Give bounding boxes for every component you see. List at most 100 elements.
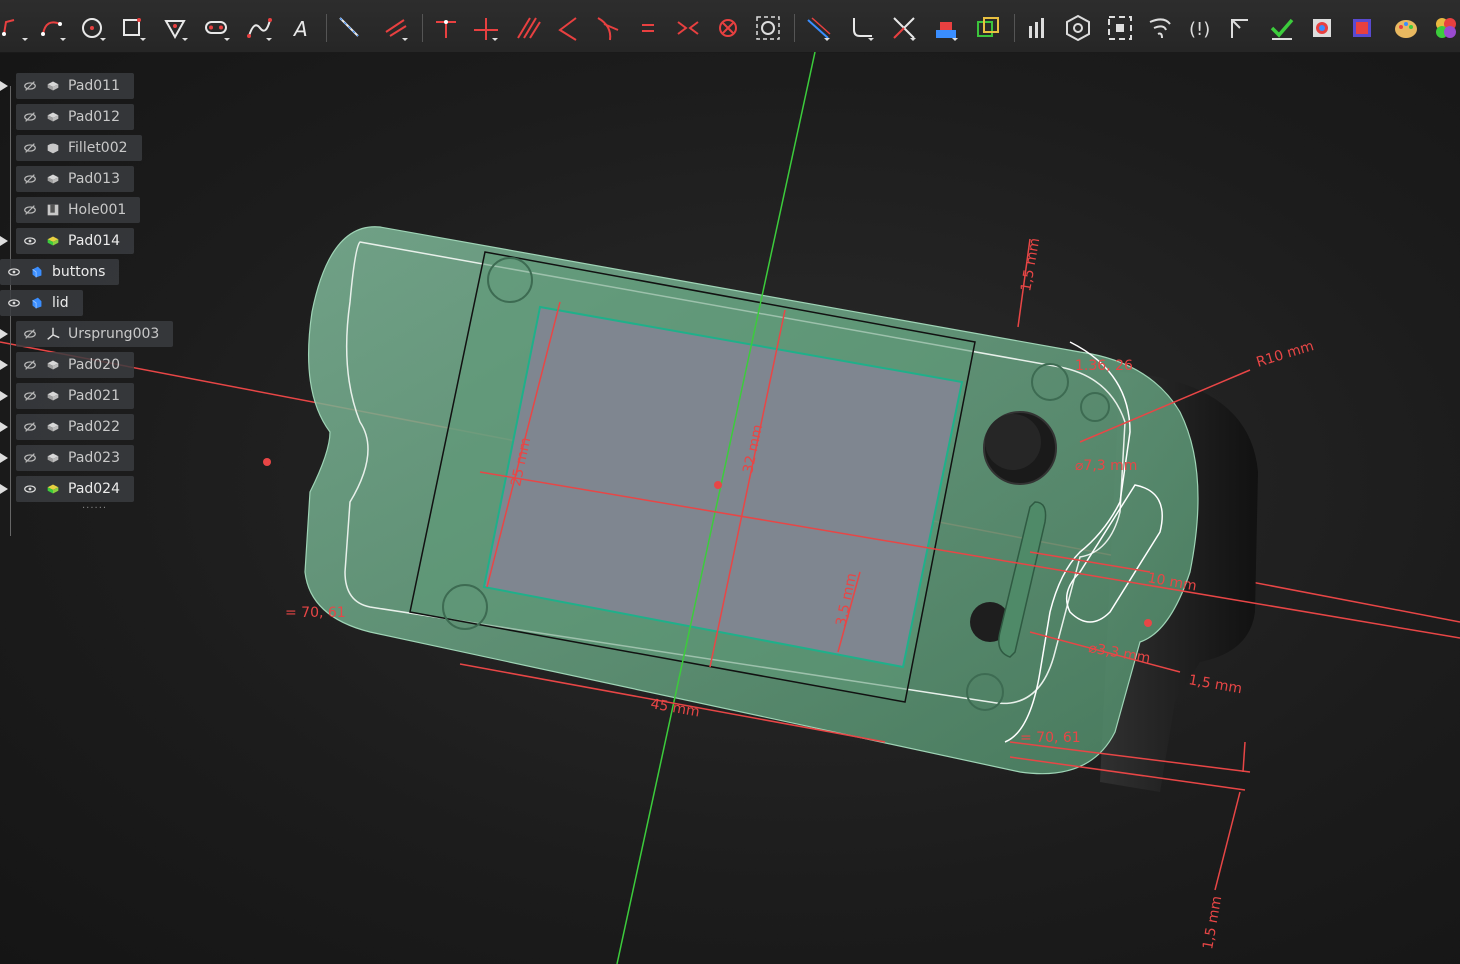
tree-item-label: Fillet002 [68, 140, 128, 156]
circle-icon[interactable] [78, 12, 110, 44]
block-constraint-icon[interactable] [712, 12, 744, 44]
validate-sketch-icon[interactable] [1062, 12, 1094, 44]
parallel-icon[interactable] [512, 12, 544, 44]
tree-item-label: Pad022 [68, 419, 121, 435]
tree-expand-arrow[interactable] [0, 414, 10, 440]
clone-icon[interactable] [972, 12, 1004, 44]
eye-icon[interactable] [6, 264, 22, 280]
eye-hidden-icon[interactable] [22, 202, 38, 218]
tree-item-label: Hole001 [68, 202, 127, 218]
reorient-icon[interactable] [1144, 12, 1176, 44]
tree-item-pad022[interactable]: Pad022 [16, 414, 135, 440]
eye-hidden-icon[interactable] [22, 140, 38, 156]
symmetric-icon[interactable] [672, 12, 704, 44]
dim-angle-top[interactable]: 1.36, 26 [1075, 358, 1133, 374]
eye-hidden-icon[interactable] [22, 357, 38, 373]
check-icon[interactable] [1266, 12, 1298, 44]
body-icon [28, 294, 46, 312]
hole-icon [44, 201, 62, 219]
tree-expand-arrow[interactable] [0, 228, 10, 254]
tree-item-pad021[interactable]: Pad021 [16, 383, 135, 409]
polygon-icon[interactable] [160, 12, 192, 44]
select-constraints-icon[interactable] [752, 12, 784, 44]
tree-item-label: Ursprung003 [68, 326, 160, 342]
map-sketch-icon[interactable] [1224, 12, 1256, 44]
tree-expand-arrow[interactable] [0, 383, 10, 409]
eye-hidden-icon[interactable] [22, 109, 38, 125]
bspline-icon[interactable] [244, 12, 276, 44]
carbon-copy-icon[interactable] [380, 12, 412, 44]
coincident-icon[interactable] [430, 12, 462, 44]
tree-expand-arrow[interactable] [0, 321, 10, 347]
tree-item-pad012[interactable]: Pad012 [16, 104, 135, 130]
tree-item-lid[interactable]: lid [0, 290, 83, 316]
tree-ellipsis: ...... [82, 500, 108, 511]
dim-side-thickness[interactable]: 1,5 mm [1187, 672, 1243, 697]
pad-icon [44, 108, 62, 126]
tree-item-pad020[interactable]: Pad020 [16, 352, 135, 378]
rectangle-icon[interactable] [118, 12, 150, 44]
eye-hidden-icon[interactable] [22, 450, 38, 466]
tree-item-pad024[interactable]: Pad024 [16, 476, 135, 502]
tree-expand-arrow[interactable] [0, 352, 10, 378]
tree-item-pad011[interactable]: Pad011 [16, 73, 135, 99]
tree-item-hole001[interactable]: Hole001 [16, 197, 141, 223]
eye-hidden-icon[interactable] [22, 326, 38, 342]
eye-hidden-icon[interactable] [22, 78, 38, 94]
tree-item-label: Pad012 [68, 109, 121, 125]
eye-hidden-icon[interactable] [22, 388, 38, 404]
tree-expand-arrow[interactable] [0, 73, 10, 99]
tree-item-pad014[interactable]: Pad014 [16, 228, 135, 254]
sketcher-toolbar: A (!) [0, 0, 1460, 53]
eye-hidden-icon[interactable] [22, 419, 38, 435]
eye-icon[interactable] [22, 233, 38, 249]
angle-icon[interactable] [552, 12, 584, 44]
tree-item-label: Pad014 [68, 233, 121, 249]
dim-hole-dia-bottom[interactable]: ⌀3,3 mm [1087, 640, 1151, 667]
material-icon[interactable] [1430, 12, 1460, 44]
tree-expand-arrow[interactable] [0, 476, 10, 502]
dim-bottom-thickness[interactable]: 1,5 mm [1200, 895, 1225, 951]
show-dof-icon[interactable] [1022, 12, 1054, 44]
tree-expand-arrow[interactable] [0, 445, 10, 471]
tree-item-buttons[interactable]: buttons [0, 259, 120, 285]
dim-equal-right[interactable]: = 70, 61 [1020, 730, 1081, 746]
dim-radius[interactable]: R10 mm [1254, 338, 1315, 371]
tree-item-fillet002[interactable]: Fillet002 [16, 135, 142, 161]
dim-top-thickness[interactable]: 1,5 mm [1018, 237, 1043, 293]
select-elements-icon[interactable] [1104, 12, 1136, 44]
equal-icon[interactable] [632, 12, 664, 44]
3d-viewport[interactable]: 1,5 mm R10 mm 1.36, 26 ⌀7,3 mm 25 mm 32 … [0, 52, 1460, 964]
symmetry-tool-icon[interactable] [930, 12, 962, 44]
grid-icon[interactable] [1346, 12, 1378, 44]
dim-width-25[interactable]: 25 mm [508, 436, 534, 488]
eye-icon[interactable] [22, 481, 38, 497]
tree-item-label: lid [52, 295, 69, 311]
body-icon [28, 263, 46, 281]
tree-item-pad023[interactable]: Pad023 [16, 445, 135, 471]
arc-icon[interactable] [38, 12, 70, 44]
dim-height-32[interactable]: 32 mm [740, 423, 766, 475]
dim-equal-left[interactable]: = 70, 61 [285, 605, 346, 621]
tangent-icon[interactable] [592, 12, 624, 44]
dim-length-45[interactable]: 45 mm [649, 696, 701, 720]
tree-item-pad013[interactable]: Pad013 [16, 166, 135, 192]
line-dimension-icon[interactable] [802, 12, 834, 44]
slot-icon[interactable] [202, 12, 234, 44]
dim-offset-3-5[interactable]: 3,5 mm [833, 572, 860, 628]
dim-hole-dia-top[interactable]: ⌀7,3 mm [1075, 458, 1137, 474]
polyline-icon[interactable] [0, 12, 32, 44]
external-geometry-icon[interactable] [334, 12, 366, 44]
tree-item-ursprung003[interactable]: Ursprung003 [16, 321, 174, 347]
dim-ten[interactable]: 10 mm [1146, 570, 1198, 594]
mirror-icon[interactable]: (!) [1184, 12, 1216, 44]
trim-icon[interactable] [888, 12, 920, 44]
eye-icon[interactable] [6, 295, 22, 311]
perpendicular-icon[interactable] [470, 12, 502, 44]
section-view-icon[interactable] [1306, 12, 1338, 44]
eye-hidden-icon[interactable] [22, 171, 38, 187]
text-icon[interactable]: A [286, 12, 318, 44]
appearance-icon[interactable] [1390, 12, 1422, 44]
pad-active-icon [44, 480, 62, 498]
fillet-icon[interactable] [846, 12, 878, 44]
